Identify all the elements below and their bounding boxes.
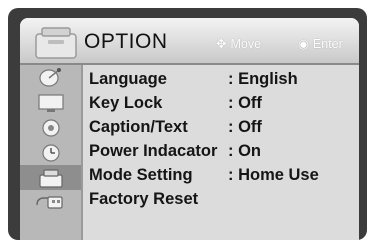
menu-item-mode-setting[interactable]: Mode Setting : Home Use: [89, 163, 354, 187]
enter-hint-label: Enter: [312, 37, 343, 51]
speaker-icon: [41, 118, 60, 137]
option-box-icon: [38, 168, 63, 188]
dpad-arrows-icon: ✥: [216, 37, 227, 51]
sidebar-divider: [81, 65, 83, 240]
menu-item-value: : Off: [228, 118, 262, 136]
menu-item-value: : Off: [228, 94, 262, 112]
menu-item-label: Key Lock: [89, 94, 163, 112]
clock-icon: [41, 143, 60, 162]
option-box-icon: [35, 27, 77, 59]
menu-title: OPTION: [84, 30, 168, 53]
satellite-dish-icon: [38, 67, 61, 87]
tab-channel[interactable]: [20, 65, 81, 90]
menu-header: OPTION ✥ Move ◉ Enter: [20, 18, 359, 65]
menu-item-label: Power Indacator: [89, 142, 218, 160]
tab-time[interactable]: [20, 140, 81, 165]
menu-item-label: Caption/Text: [89, 118, 188, 136]
category-sidebar: [20, 65, 81, 240]
move-hint-label: Move: [230, 37, 262, 51]
tab-audio[interactable]: [20, 115, 81, 140]
menu-item-caption-text[interactable]: Caption/Text : Off: [89, 115, 354, 139]
option-menu: OPTION ✥ Move ◉ Enter Language: English…: [20, 18, 359, 240]
menu-item-label: Mode Setting: [89, 166, 193, 184]
menu-item-value: : English: [228, 70, 298, 88]
menu-item-power-indicator[interactable]: Power Indacator : On: [89, 139, 354, 163]
ok-button-icon: ◉: [298, 37, 309, 51]
tab-picture[interactable]: [20, 90, 81, 115]
menu-item-key-lock[interactable]: Key Lock : Off: [89, 91, 354, 115]
move-hint: ✥ Move: [216, 36, 261, 51]
enter-hint: ◉ Enter: [298, 36, 343, 51]
menu-item-value: : Home Use: [228, 166, 319, 184]
menu-item-label: Factory Reset: [89, 190, 199, 208]
menu-item-language[interactable]: Language : English: [89, 67, 354, 91]
tab-option[interactable]: [20, 165, 81, 190]
menu-item-value: : On: [228, 142, 261, 160]
monitor-icon: [37, 93, 64, 112]
menu-item-factory-reset[interactable]: Factory Reset: [89, 187, 354, 211]
usb-icon: [35, 195, 63, 209]
menu-item-label: Language: [89, 70, 167, 88]
tab-usb[interactable]: [20, 190, 81, 215]
